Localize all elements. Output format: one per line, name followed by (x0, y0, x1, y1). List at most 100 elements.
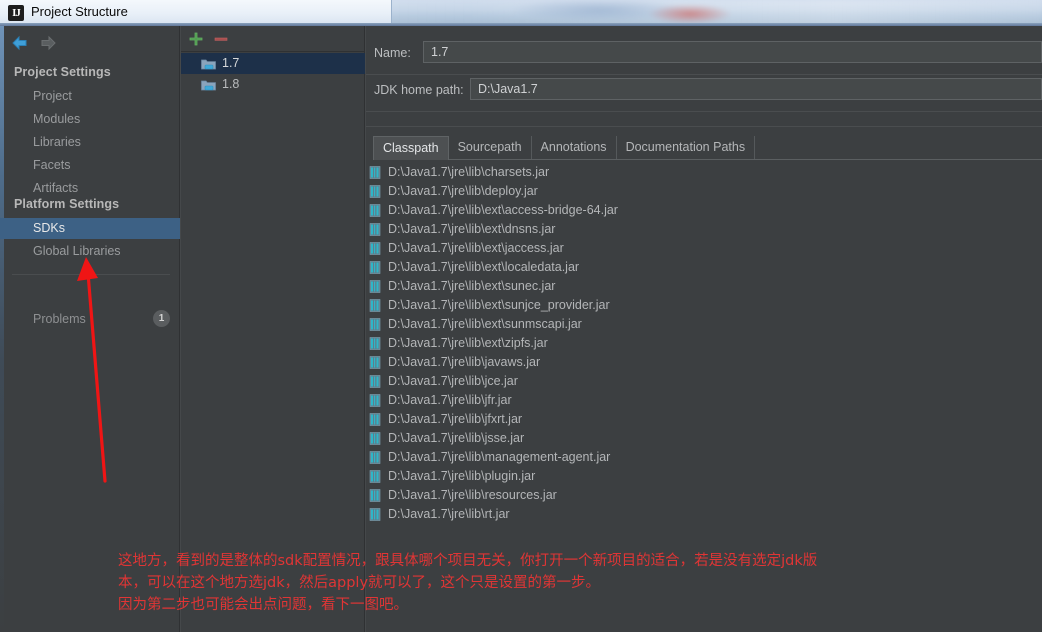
annotation-line-3: 因为第二步也可能会出点问题，看下一图吧。 (118, 597, 408, 613)
classpath-entry[interactable]: D:\Java1.7\jre\lib\ext\access-bridge-64.… (366, 201, 1042, 220)
sidebar-divider (12, 274, 170, 275)
classpath-entry[interactable]: D:\Java1.7\jre\lib\jfxrt.jar (366, 410, 1042, 429)
classpath-entry-path: D:\Java1.7\jre\lib\ext\access-bridge-64.… (388, 203, 618, 217)
classpath-entry-path: D:\Java1.7\jre\lib\jfr.jar (388, 393, 512, 407)
sdk-list-item-1-8[interactable]: 1.8 (181, 74, 365, 95)
jar-file-icon (369, 337, 381, 350)
jdk-home-path-label: JDK home path: (374, 83, 464, 97)
sdk-detail-panel: Name: 1.7 JDK home path: D:\Java1.7 Clas… (366, 26, 1042, 632)
add-sdk-button[interactable] (187, 30, 205, 48)
classpath-entry[interactable]: D:\Java1.7\jre\lib\jfr.jar (366, 391, 1042, 410)
classpath-entry[interactable]: D:\Java1.7\jre\lib\ext\jaccess.jar (366, 239, 1042, 258)
classpath-entry-path: D:\Java1.7\jre\lib\javaws.jar (388, 355, 541, 369)
classpath-entry[interactable]: D:\Java1.7\jre\lib\ext\zipfs.jar (366, 334, 1042, 353)
classpath-entry-path: D:\Java1.7\jre\lib\ext\jaccess.jar (388, 241, 564, 255)
classpath-entry-path: D:\Java1.7\jre\lib\rt.jar (388, 507, 510, 521)
sdk-detail-tabs: Classpath Sourcepath Annotations Documen… (373, 136, 1042, 160)
forward-arrow-icon (38, 34, 62, 54)
remove-sdk-button[interactable] (212, 30, 230, 48)
back-arrow-icon[interactable] (10, 34, 34, 54)
sdk-folder-icon (201, 57, 216, 70)
jar-file-icon (369, 508, 381, 521)
jar-file-icon (369, 223, 381, 236)
classpath-entry-path: D:\Java1.7\jre\lib\ext\localedata.jar (388, 260, 580, 274)
classpath-entry[interactable]: D:\Java1.7\jre\lib\rt.jar (366, 505, 1042, 524)
sdk-list: 1.7 1.8 (181, 53, 365, 95)
classpath-entry[interactable]: D:\Java1.7\jre\lib\ext\sunec.jar (366, 277, 1042, 296)
classpath-entry-path: D:\Java1.7\jre\lib\ext\dnsns.jar (388, 222, 556, 236)
classpath-entry[interactable]: D:\Java1.7\jre\lib\management-agent.jar (366, 448, 1042, 467)
jar-file-icon (369, 394, 381, 407)
classpath-entry-path: D:\Java1.7\jre\lib\management-agent.jar (388, 450, 611, 464)
sidebar-item-global-libraries[interactable]: Global Libraries (0, 241, 180, 262)
classpath-entry-path: D:\Java1.7\jre\lib\ext\sunjce_provider.j… (388, 298, 610, 312)
sidebar-item-artifacts[interactable]: Artifacts (0, 178, 180, 199)
jar-file-icon (369, 432, 381, 445)
jdk-home-path-input[interactable]: D:\Java1.7 (470, 78, 1042, 100)
navigation-arrows (10, 34, 62, 54)
classpath-entry[interactable]: D:\Java1.7\jre\lib\ext\sunjce_provider.j… (366, 296, 1042, 315)
jar-file-icon (369, 185, 381, 198)
classpath-entry[interactable]: D:\Java1.7\jre\lib\jsse.jar (366, 429, 1042, 448)
classpath-entry[interactable]: D:\Java1.7\jre\lib\ext\dnsns.jar (366, 220, 1042, 239)
jar-file-icon (369, 204, 381, 217)
sidebar-item-facets[interactable]: Facets (0, 155, 180, 176)
classpath-entry[interactable]: D:\Java1.7\jre\lib\deploy.jar (366, 182, 1042, 201)
jar-file-icon (369, 413, 381, 426)
classpath-entry-path: D:\Java1.7\jre\lib\ext\zipfs.jar (388, 336, 548, 350)
sidebar-item-project[interactable]: Project (0, 86, 180, 107)
sidebar-item-sdks[interactable]: SDKs (0, 218, 180, 239)
section-header-project-settings: Project Settings (14, 65, 111, 79)
classpath-list[interactable]: D:\Java1.7\jre\lib\charsets.jar D:\Java1.… (366, 163, 1042, 538)
classpath-entry[interactable]: D:\Java1.7\jre\lib\resources.jar (366, 486, 1042, 505)
classpath-entry-path: D:\Java1.7\jre\lib\ext\sunmscapi.jar (388, 317, 582, 331)
sidebar-item-libraries[interactable]: Libraries (0, 132, 180, 153)
sdk-list-toolbar (181, 26, 365, 52)
jar-file-icon (369, 242, 381, 255)
tab-annotations[interactable]: Annotations (532, 136, 617, 159)
classpath-entry[interactable]: D:\Java1.7\jre\lib\charsets.jar (366, 163, 1042, 182)
classpath-entry[interactable]: D:\Java1.7\jre\lib\jce.jar (366, 372, 1042, 391)
field-separator-3 (366, 126, 1042, 127)
classpath-entry[interactable]: D:\Java1.7\jre\lib\plugin.jar (366, 467, 1042, 486)
classpath-entry[interactable]: D:\Java1.7\jre\lib\javaws.jar (366, 353, 1042, 372)
classpath-entry-path: D:\Java1.7\jre\lib\jsse.jar (388, 431, 525, 445)
annotation-line-1: 这地方，看到的是整体的sdk配置情况，跟具体哪个项目无关，你打开一个新项目的适合… (118, 553, 818, 569)
jar-file-icon (369, 470, 381, 483)
jar-file-icon (369, 375, 381, 388)
dialog-body: Project Settings Project Modules Librari… (0, 26, 1042, 632)
window-title: Project Structure (31, 4, 128, 19)
tab-sourcepath[interactable]: Sourcepath (449, 136, 532, 159)
tab-classpath[interactable]: Classpath (373, 136, 449, 160)
jar-file-icon (369, 318, 381, 331)
tab-documentation-paths[interactable]: Documentation Paths (617, 136, 756, 159)
classpath-entry-path: D:\Java1.7\jre\lib\jfxrt.jar (388, 412, 523, 426)
settings-sidebar: Project Settings Project Modules Librari… (0, 26, 180, 632)
sdk-folder-icon (201, 78, 216, 91)
jar-file-icon (369, 451, 381, 464)
sidebar-item-modules[interactable]: Modules (0, 109, 180, 130)
intellij-idea-icon: IJ (8, 5, 24, 21)
classpath-entry-path: D:\Java1.7\jre\lib\jce.jar (388, 374, 518, 388)
annotation-line-2: 本，可以在这个地方选jdk，然后apply就可以了，这个只是设置的第一步。 (118, 575, 601, 591)
classpath-entry[interactable]: D:\Java1.7\jre\lib\ext\sunmscapi.jar (366, 315, 1042, 334)
jar-file-icon (369, 299, 381, 312)
window-titlebar: IJ Project Structure (0, 0, 1042, 26)
classpath-entry-path: D:\Java1.7\jre\lib\plugin.jar (388, 469, 536, 483)
panel-divider-2 (365, 26, 366, 632)
jar-file-icon (369, 489, 381, 502)
red-text-annotation: 这地方，看到的是整体的sdk配置情况，跟具体哪个项目无关，你打开一个新项目的适合… (118, 550, 1038, 616)
jar-file-icon (369, 280, 381, 293)
classpath-entry-path: D:\Java1.7\jre\lib\deploy.jar (388, 184, 538, 198)
name-input[interactable]: 1.7 (423, 41, 1042, 63)
sdk-list-item-1-7[interactable]: 1.7 (181, 53, 365, 74)
panel-divider-1 (180, 26, 181, 632)
jar-file-icon (369, 261, 381, 274)
classpath-entry[interactable]: D:\Java1.7\jre\lib\ext\localedata.jar (366, 258, 1042, 277)
field-separator-2 (366, 111, 1042, 112)
problems-count-badge: 1 (153, 310, 170, 327)
field-separator-1 (366, 74, 1042, 75)
sdk-list-panel: 1.7 1.8 (181, 26, 365, 632)
classpath-entry-path: D:\Java1.7\jre\lib\resources.jar (388, 488, 557, 502)
classpath-entry-path: D:\Java1.7\jre\lib\ext\sunec.jar (388, 279, 556, 293)
